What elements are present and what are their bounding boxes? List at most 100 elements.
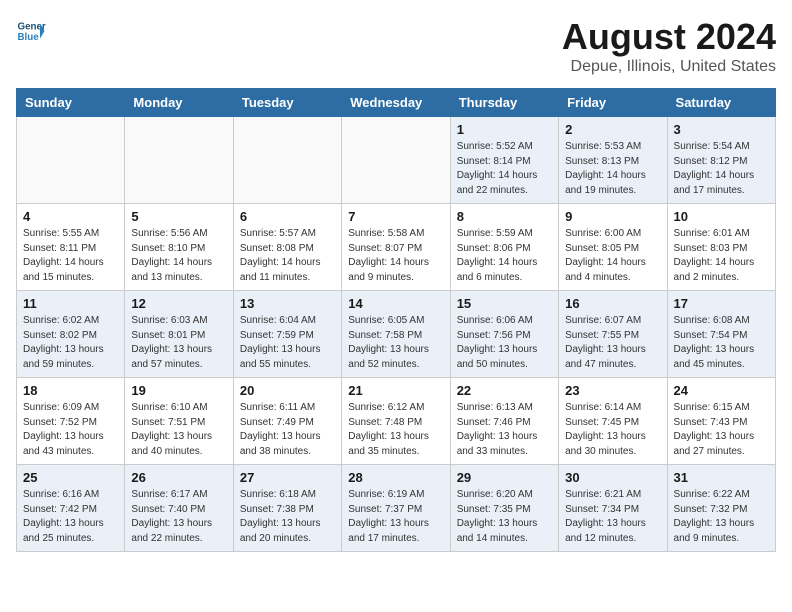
page-header: General Blue August 2024 Depue, Illinois…: [16, 16, 776, 76]
title-area: August 2024 Depue, Illinois, United Stat…: [562, 16, 776, 76]
day-info: Sunrise: 6:06 AM Sunset: 7:56 PM Dayligh…: [457, 314, 552, 372]
day-number: 29: [457, 470, 552, 485]
day-info: Sunrise: 6:02 AM Sunset: 8:02 PM Dayligh…: [23, 314, 118, 372]
calendar-cell: 9Sunrise: 6:00 AM Sunset: 8:05 PM Daylig…: [559, 204, 667, 291]
day-number: 16: [565, 296, 660, 311]
calendar-cell: 22 Sunrise: 6:13 AM Sunset: 7:46 PM Dayli…: [450, 378, 558, 465]
day-info: Sunrise: 6:08 AM Sunset: 7:54 PM Dayligh…: [674, 314, 769, 372]
calendar-cell: 4 Sunrise: 5:55 AM Sunset: 8:11 PM Daylig…: [17, 204, 125, 291]
calendar-cell: 8 Sunrise: 5:59 AM Sunset: 8:06 PM Daylig…: [450, 204, 558, 291]
calendar-cell: 2Sunrise: 5:53 AM Sunset: 8:13 PM Daylig…: [559, 117, 667, 204]
calendar-cell: [17, 117, 125, 204]
weekday-header-wednesday: Wednesday: [342, 89, 450, 117]
day-info: Sunrise: 6:03 AM Sunset: 8:01 PM Dayligh…: [131, 314, 226, 372]
day-number: 25: [23, 470, 118, 485]
day-info: Sunrise: 6:16 AM Sunset: 7:42 PM Dayligh…: [23, 488, 118, 546]
page-title: August 2024: [562, 16, 776, 58]
day-info: Sunrise: 6:00 AM Sunset: 8:05 PM Dayligh…: [565, 227, 660, 285]
day-info: Sunrise: 6:09 AM Sunset: 7:52 PM Dayligh…: [23, 401, 118, 459]
day-number: 8: [457, 209, 552, 224]
day-info: Sunrise: 6:01 AM Sunset: 8:03 PM Dayligh…: [674, 227, 769, 285]
day-number: 26: [131, 470, 226, 485]
day-number: 17: [674, 296, 769, 311]
calendar-cell: 21 Sunrise: 6:12 AM Sunset: 7:48 PM Dayli…: [342, 378, 450, 465]
day-number: 18: [23, 383, 118, 398]
svg-text:Blue: Blue: [18, 32, 40, 43]
calendar-week-row: 18 Sunrise: 6:09 AM Sunset: 7:52 PM Dayli…: [17, 378, 776, 465]
weekday-header-row: SundayMondayTuesdayWednesdayThursdayFrid…: [17, 89, 776, 117]
day-info: Sunrise: 5:59 AM Sunset: 8:06 PM Dayligh…: [457, 227, 552, 285]
day-info: Sunrise: 6:13 AM Sunset: 7:46 PM Dayligh…: [457, 401, 552, 459]
day-info: Sunrise: 6:07 AM Sunset: 7:55 PM Dayligh…: [565, 314, 660, 372]
calendar-week-row: 1Sunrise: 5:52 AM Sunset: 8:14 PM Daylig…: [17, 117, 776, 204]
day-info: Sunrise: 6:11 AM Sunset: 7:49 PM Dayligh…: [240, 401, 335, 459]
day-number: 14: [348, 296, 443, 311]
day-number: 6: [240, 209, 335, 224]
day-number: 22: [457, 383, 552, 398]
day-number: 20: [240, 383, 335, 398]
weekday-header-saturday: Saturday: [667, 89, 775, 117]
calendar-cell: 13Sunrise: 6:04 AM Sunset: 7:59 PM Dayli…: [233, 291, 341, 378]
day-number: 15: [457, 296, 552, 311]
day-info: Sunrise: 5:55 AM Sunset: 8:11 PM Dayligh…: [23, 227, 118, 285]
day-number: 4: [23, 209, 118, 224]
day-number: 23: [565, 383, 660, 398]
weekday-header-sunday: Sunday: [17, 89, 125, 117]
calendar-cell: [125, 117, 233, 204]
day-number: 3: [674, 122, 769, 137]
day-info: Sunrise: 5:52 AM Sunset: 8:14 PM Dayligh…: [457, 140, 552, 198]
calendar-cell: 20 Sunrise: 6:11 AM Sunset: 7:49 PM Dayli…: [233, 378, 341, 465]
calendar-cell: 25 Sunrise: 6:16 AM Sunset: 7:42 PM Dayli…: [17, 465, 125, 552]
day-number: 27: [240, 470, 335, 485]
logo-icon: General Blue: [16, 16, 46, 46]
calendar-cell: 19Sunrise: 6:10 AM Sunset: 7:51 PM Dayli…: [125, 378, 233, 465]
calendar-cell: 11 Sunrise: 6:02 AM Sunset: 8:02 PM Dayli…: [17, 291, 125, 378]
day-number: 5: [131, 209, 226, 224]
calendar-cell: 27 Sunrise: 6:18 AM Sunset: 7:38 PM Dayli…: [233, 465, 341, 552]
calendar-cell: 14 Sunrise: 6:05 AM Sunset: 7:58 PM Dayli…: [342, 291, 450, 378]
calendar-cell: 6 Sunrise: 5:57 AM Sunset: 8:08 PM Daylig…: [233, 204, 341, 291]
day-number: 12: [131, 296, 226, 311]
calendar-cell: 26Sunrise: 6:17 AM Sunset: 7:40 PM Dayli…: [125, 465, 233, 552]
calendar-cell: 29 Sunrise: 6:20 AM Sunset: 7:35 PM Dayli…: [450, 465, 558, 552]
calendar-week-row: 4 Sunrise: 5:55 AM Sunset: 8:11 PM Daylig…: [17, 204, 776, 291]
day-number: 13: [240, 296, 335, 311]
day-info: Sunrise: 5:53 AM Sunset: 8:13 PM Dayligh…: [565, 140, 660, 198]
day-info: Sunrise: 6:12 AM Sunset: 7:48 PM Dayligh…: [348, 401, 443, 459]
day-number: 7: [348, 209, 443, 224]
day-info: Sunrise: 5:58 AM Sunset: 8:07 PM Dayligh…: [348, 227, 443, 285]
day-info: Sunrise: 6:05 AM Sunset: 7:58 PM Dayligh…: [348, 314, 443, 372]
calendar-cell: 18 Sunrise: 6:09 AM Sunset: 7:52 PM Dayli…: [17, 378, 125, 465]
weekday-header-friday: Friday: [559, 89, 667, 117]
day-info: Sunrise: 6:15 AM Sunset: 7:43 PM Dayligh…: [674, 401, 769, 459]
day-info: Sunrise: 6:10 AM Sunset: 7:51 PM Dayligh…: [131, 401, 226, 459]
calendar-cell: 12 Sunrise: 6:03 AM Sunset: 8:01 PM Dayli…: [125, 291, 233, 378]
calendar-cell: 24Sunrise: 6:15 AM Sunset: 7:43 PM Dayli…: [667, 378, 775, 465]
day-info: Sunrise: 6:20 AM Sunset: 7:35 PM Dayligh…: [457, 488, 552, 546]
weekday-header-thursday: Thursday: [450, 89, 558, 117]
page-subtitle: Depue, Illinois, United States: [562, 58, 776, 76]
calendar-cell: [342, 117, 450, 204]
day-info: Sunrise: 6:22 AM Sunset: 7:32 PM Dayligh…: [674, 488, 769, 546]
day-number: 28: [348, 470, 443, 485]
day-info: Sunrise: 6:18 AM Sunset: 7:38 PM Dayligh…: [240, 488, 335, 546]
day-number: 11: [23, 296, 118, 311]
day-info: Sunrise: 6:21 AM Sunset: 7:34 PM Dayligh…: [565, 488, 660, 546]
calendar-cell: 15 Sunrise: 6:06 AM Sunset: 7:56 PM Dayli…: [450, 291, 558, 378]
calendar-table: SundayMondayTuesdayWednesdayThursdayFrid…: [16, 88, 776, 552]
day-number: 21: [348, 383, 443, 398]
calendar-cell: 7 Sunrise: 5:58 AM Sunset: 8:07 PM Daylig…: [342, 204, 450, 291]
calendar-cell: 1Sunrise: 5:52 AM Sunset: 8:14 PM Daylig…: [450, 117, 558, 204]
day-info: Sunrise: 6:19 AM Sunset: 7:37 PM Dayligh…: [348, 488, 443, 546]
calendar-cell: 23 Sunrise: 6:14 AM Sunset: 7:45 PM Dayli…: [559, 378, 667, 465]
calendar-cell: 17 Sunrise: 6:08 AM Sunset: 7:54 PM Dayli…: [667, 291, 775, 378]
calendar-cell: 31Sunrise: 6:22 AM Sunset: 7:32 PM Dayli…: [667, 465, 775, 552]
day-number: 30: [565, 470, 660, 485]
day-info: Sunrise: 5:57 AM Sunset: 8:08 PM Dayligh…: [240, 227, 335, 285]
calendar-cell: 3 Sunrise: 5:54 AM Sunset: 8:12 PM Daylig…: [667, 117, 775, 204]
day-info: Sunrise: 6:14 AM Sunset: 7:45 PM Dayligh…: [565, 401, 660, 459]
calendar-week-row: 25 Sunrise: 6:16 AM Sunset: 7:42 PM Dayli…: [17, 465, 776, 552]
day-number: 10: [674, 209, 769, 224]
day-info: Sunrise: 5:54 AM Sunset: 8:12 PM Dayligh…: [674, 140, 769, 198]
logo: General Blue: [16, 16, 46, 46]
